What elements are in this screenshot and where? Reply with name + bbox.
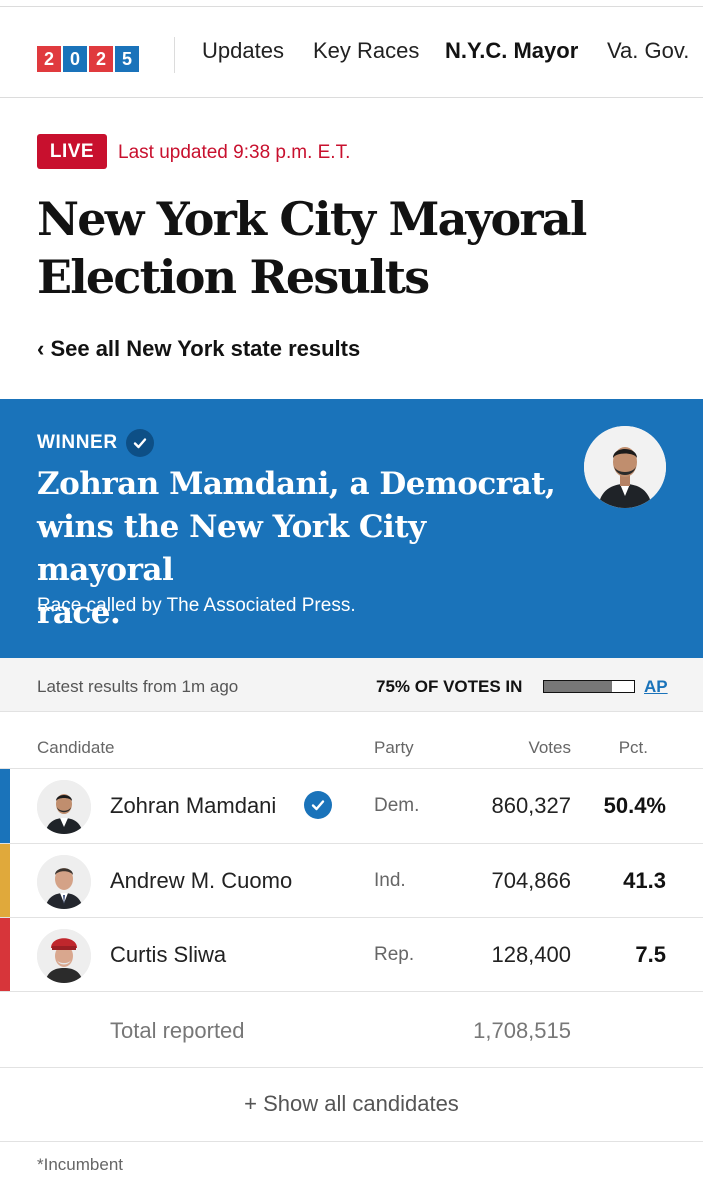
candidate-votes: 860,327: [491, 793, 571, 818]
party-color-bar: [0, 844, 10, 918]
election-2025-logo[interactable]: 2 0 2 5: [37, 46, 139, 72]
candidate-pct: 50.4%: [603, 793, 666, 818]
candidate-name: Andrew M. Cuomo: [110, 868, 293, 893]
see-all-state-results-link[interactable]: ‹ See all New York state results: [37, 336, 360, 362]
logo-digit: 2: [37, 46, 61, 72]
nav-item-va-gov[interactable]: Va. Gov.: [607, 38, 689, 64]
candidate-votes: 704,866: [491, 868, 571, 893]
show-all-candidates-button[interactable]: + Show all candidates: [0, 1067, 703, 1142]
candidate-name: Curtis Sliwa: [110, 942, 227, 967]
winner-label: WINNER: [37, 432, 118, 453]
winner-check-icon: [304, 791, 332, 819]
candidate-avatar: [37, 929, 91, 983]
live-badge: LIVE: [37, 134, 107, 169]
incumbent-footnote: *Incumbent: [37, 1155, 123, 1174]
candidate-name: Zohran Mamdani: [110, 793, 277, 818]
race-called-note: Race called by The Associated Press.: [37, 595, 356, 616]
column-header-party: Party: [374, 738, 414, 757]
latest-results-text: Latest results from 1m ago: [37, 677, 239, 696]
last-updated: Last updated 9:38 p.m. E.T.: [118, 142, 351, 163]
winner-banner: WINNER Zohran Mamdani, a Democrat, wins …: [0, 399, 703, 658]
logo-digit: 5: [115, 46, 139, 72]
candidate-party: Ind.: [374, 870, 406, 891]
candidate-row: Andrew M. Cuomo Ind. 704,866 41.3: [0, 843, 703, 918]
votes-in-progress-bar: [543, 680, 635, 693]
logo-digit: 0: [63, 46, 87, 72]
votes-in-label: 75% OF VOTES IN: [376, 677, 523, 696]
nav-item-nyc-mayor[interactable]: N.Y.C. Mayor: [445, 38, 578, 64]
top-nav: 2 0 2 5 Updates Key Races N.Y.C. Mayor V…: [0, 7, 703, 98]
winner-label-row: WINNER: [37, 429, 154, 457]
nav-divider: [174, 37, 175, 73]
headline-line: wins the New York City mayoral: [37, 509, 426, 588]
nav-item-updates[interactable]: Updates: [202, 38, 284, 64]
title-line: Election Results: [37, 250, 430, 304]
party-color-bar: [0, 918, 10, 992]
candidate-pct: 7.5: [635, 942, 666, 967]
candidate-pct: 41.3: [623, 868, 666, 893]
logo-digit: 2: [89, 46, 113, 72]
candidate-votes: 128,400: [491, 942, 571, 967]
column-header-votes: Votes: [528, 738, 571, 757]
page-title: New York City Mayoral Election Results: [37, 190, 657, 306]
candidate-avatar: [37, 780, 91, 834]
total-reported-votes: 1,708,515: [473, 1018, 571, 1043]
candidate-avatar: [37, 855, 91, 909]
party-color-bar: [0, 769, 10, 843]
checkmark-icon: [125, 429, 154, 457]
candidate-party: Dem.: [374, 795, 420, 816]
column-header-pct: Pct.: [618, 738, 648, 757]
column-header-candidate: Candidate: [37, 738, 115, 757]
nav-item-key-races[interactable]: Key Races: [313, 38, 419, 64]
candidate-row: Curtis Sliwa Rep. 128,400 7.5: [0, 917, 703, 992]
candidate-row: Zohran Mamdani Dem. 860,327 50.4%: [0, 768, 703, 843]
title-line: New York City Mayoral: [37, 192, 587, 246]
headline-line: Zohran Mamdani, a Democrat,: [37, 466, 556, 502]
total-reported-label: Total reported: [110, 1018, 245, 1043]
votes-in-progress-fill: [544, 681, 612, 692]
ap-source-link[interactable]: AP: [644, 677, 668, 697]
candidate-party: Rep.: [374, 944, 415, 965]
results-status-bar: Latest results from 1m ago 75% OF VOTES …: [0, 658, 703, 712]
winner-photo: [584, 426, 666, 508]
total-reported-row: Total reported 1,708,515: [0, 991, 703, 1068]
